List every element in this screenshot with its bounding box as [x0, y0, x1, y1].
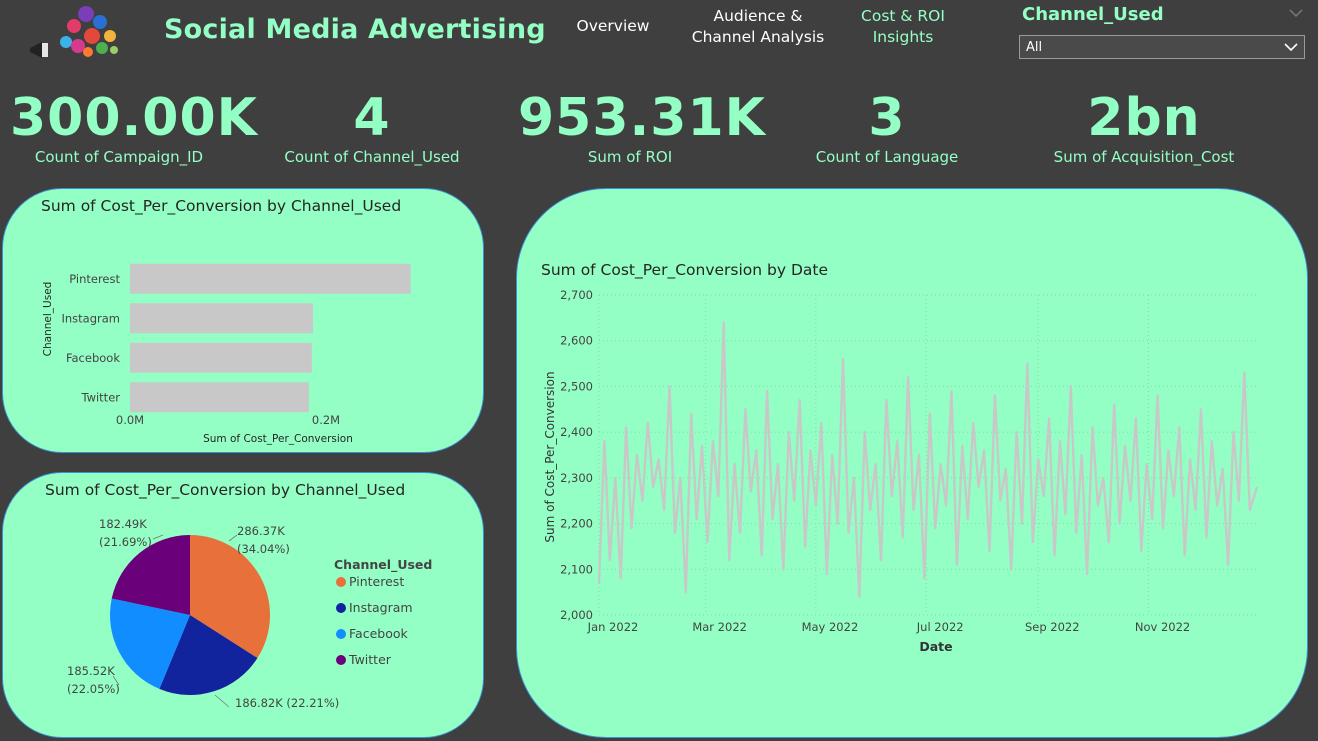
kpi-value: 3 [868, 88, 906, 148]
legend-title: Channel_Used [334, 557, 432, 573]
legend-item: Pinterest [349, 574, 404, 589]
x-axis-title: Sum of Cost_Per_Conversion [203, 433, 353, 445]
legend-item: Facebook [349, 626, 408, 641]
leader-line [214, 694, 230, 708]
y-tick-label: 2,100 [560, 562, 593, 576]
data-label: 186.82K (22.21%) [235, 696, 339, 710]
y-tick-label: 2,300 [560, 471, 593, 485]
nav-cost-line2: Insights [872, 28, 934, 46]
data-label-percent: (34.04%) [237, 542, 290, 556]
kpi-label: Sum of Acquisition_Cost [1053, 148, 1235, 166]
legend-marker [336, 577, 346, 587]
kpi-label: Sum of ROI [587, 148, 673, 166]
chevron-down-icon[interactable] [1288, 6, 1304, 20]
category-label: Instagram [61, 311, 120, 325]
x-axis-title: Date [919, 639, 952, 654]
legend-marker [336, 629, 346, 639]
category-label: Facebook [66, 351, 120, 365]
x-tick-label: Jul 2022 [916, 620, 964, 634]
bar-chart-card[interactable]: Sum of Cost_Per_Conversion by Channel_Us… [2, 188, 484, 453]
kpi-value: 4 [353, 88, 391, 148]
nav-overview-label: Overview [576, 17, 650, 35]
y-tick-label: 2,600 [560, 334, 593, 348]
pie-chart: 286.37K (34.04%) 186.82K (22.21%) 185.52K (2… [67, 517, 432, 710]
channel-slicer-dropdown[interactable]: All [1019, 35, 1305, 59]
data-label-percent: (22.05%) [67, 682, 120, 696]
kpi-label: Count of Language [815, 148, 959, 166]
kpi-value: 953.31K [518, 88, 766, 148]
data-label-value: 182.49K [99, 517, 147, 531]
dashboard-title: Social Media Advertising [164, 14, 546, 45]
nav-cost-line1: Cost & ROI [861, 7, 945, 25]
kpi-label: Count of Channel_Used [284, 148, 460, 166]
bar-pinterest [130, 263, 411, 294]
slicer-title: Channel_Used [1022, 4, 1164, 25]
legend-item: Twitter [348, 652, 392, 667]
legend-marker [336, 603, 346, 613]
data-label-value: 185.52K [67, 664, 115, 678]
y-axis-title: Channel_Used [42, 282, 54, 357]
bar-chart: Pinterest Instagram Facebook Twitter 0.0M 0.2… [42, 263, 411, 445]
nav-audience-line1: Audience & [713, 7, 803, 25]
y-tick-label: 2,200 [560, 517, 593, 531]
nav-cost-roi-insights[interactable]: Cost & ROI Insights [850, 6, 956, 48]
pie-chart-card[interactable]: Sum of Cost_Per_Conversion by Channel_Us… [2, 472, 484, 738]
kpi-card-channel-count: 4 Count of Channel_Used [262, 88, 482, 166]
kpi-card-language-count: 3 Count of Language [776, 88, 998, 166]
kpi-value: 2bn [1087, 88, 1201, 148]
line-chart-card[interactable]: Sum of Cost_Per_Conversion by Date 2,000… [516, 188, 1308, 738]
legend-marker [336, 655, 346, 665]
category-label: Pinterest [69, 272, 120, 286]
y-tick-label: 2,500 [560, 379, 593, 393]
line-chart: 2,0002,1002,2002,3002,4002,5002,6002,700… [543, 288, 1259, 654]
data-label-percent: (21.69%) [99, 535, 152, 549]
y-tick-label: 2,700 [560, 288, 593, 302]
legend-item: Instagram [349, 600, 413, 615]
chevron-down-icon [1284, 43, 1298, 52]
kpi-card-acquisition-cost: 2bn Sum of Acquisition_Cost [1034, 88, 1254, 166]
x-tick-label: Sep 2022 [1025, 620, 1080, 634]
leader-line [152, 534, 164, 540]
bar-instagram [130, 303, 314, 334]
kpi-value: 300.00K [10, 88, 258, 148]
category-label: Twitter [80, 390, 120, 404]
bar-facebook [130, 342, 312, 373]
x-tick-label: 0.2M [312, 413, 340, 427]
x-tick-label: Jan 2022 [587, 620, 639, 634]
kpi-card-roi-sum: 953.31K Sum of ROI [518, 88, 766, 166]
kpi-row: 300.00K Count of Campaign_ID 4 Count of … [0, 88, 1318, 180]
x-tick-label: 0.0M [116, 413, 144, 427]
kpi-card-campaign-count: 300.00K Count of Campaign_ID [10, 88, 258, 166]
x-tick-label: May 2022 [802, 620, 859, 634]
slicer-selected-value: All [1026, 40, 1043, 55]
nav-audience-line2: Channel Analysis [691, 28, 825, 46]
y-axis-title: Sum of Cost_Per_Conversion [543, 371, 557, 542]
data-label-value: 286.37K [237, 524, 285, 538]
series-line [597, 321, 1259, 598]
nav-audience-channel-analysis[interactable]: Audience & Channel Analysis [688, 6, 828, 48]
bar-twitter [130, 382, 309, 413]
y-tick-label: 2,400 [560, 425, 593, 439]
kpi-label: Count of Campaign_ID [34, 148, 204, 166]
social-media-megaphone-icon [30, 6, 118, 58]
x-tick-label: Nov 2022 [1135, 620, 1190, 634]
leader-line [228, 534, 238, 542]
x-tick-label: Mar 2022 [692, 620, 747, 634]
nav-overview[interactable]: Overview [575, 16, 651, 37]
